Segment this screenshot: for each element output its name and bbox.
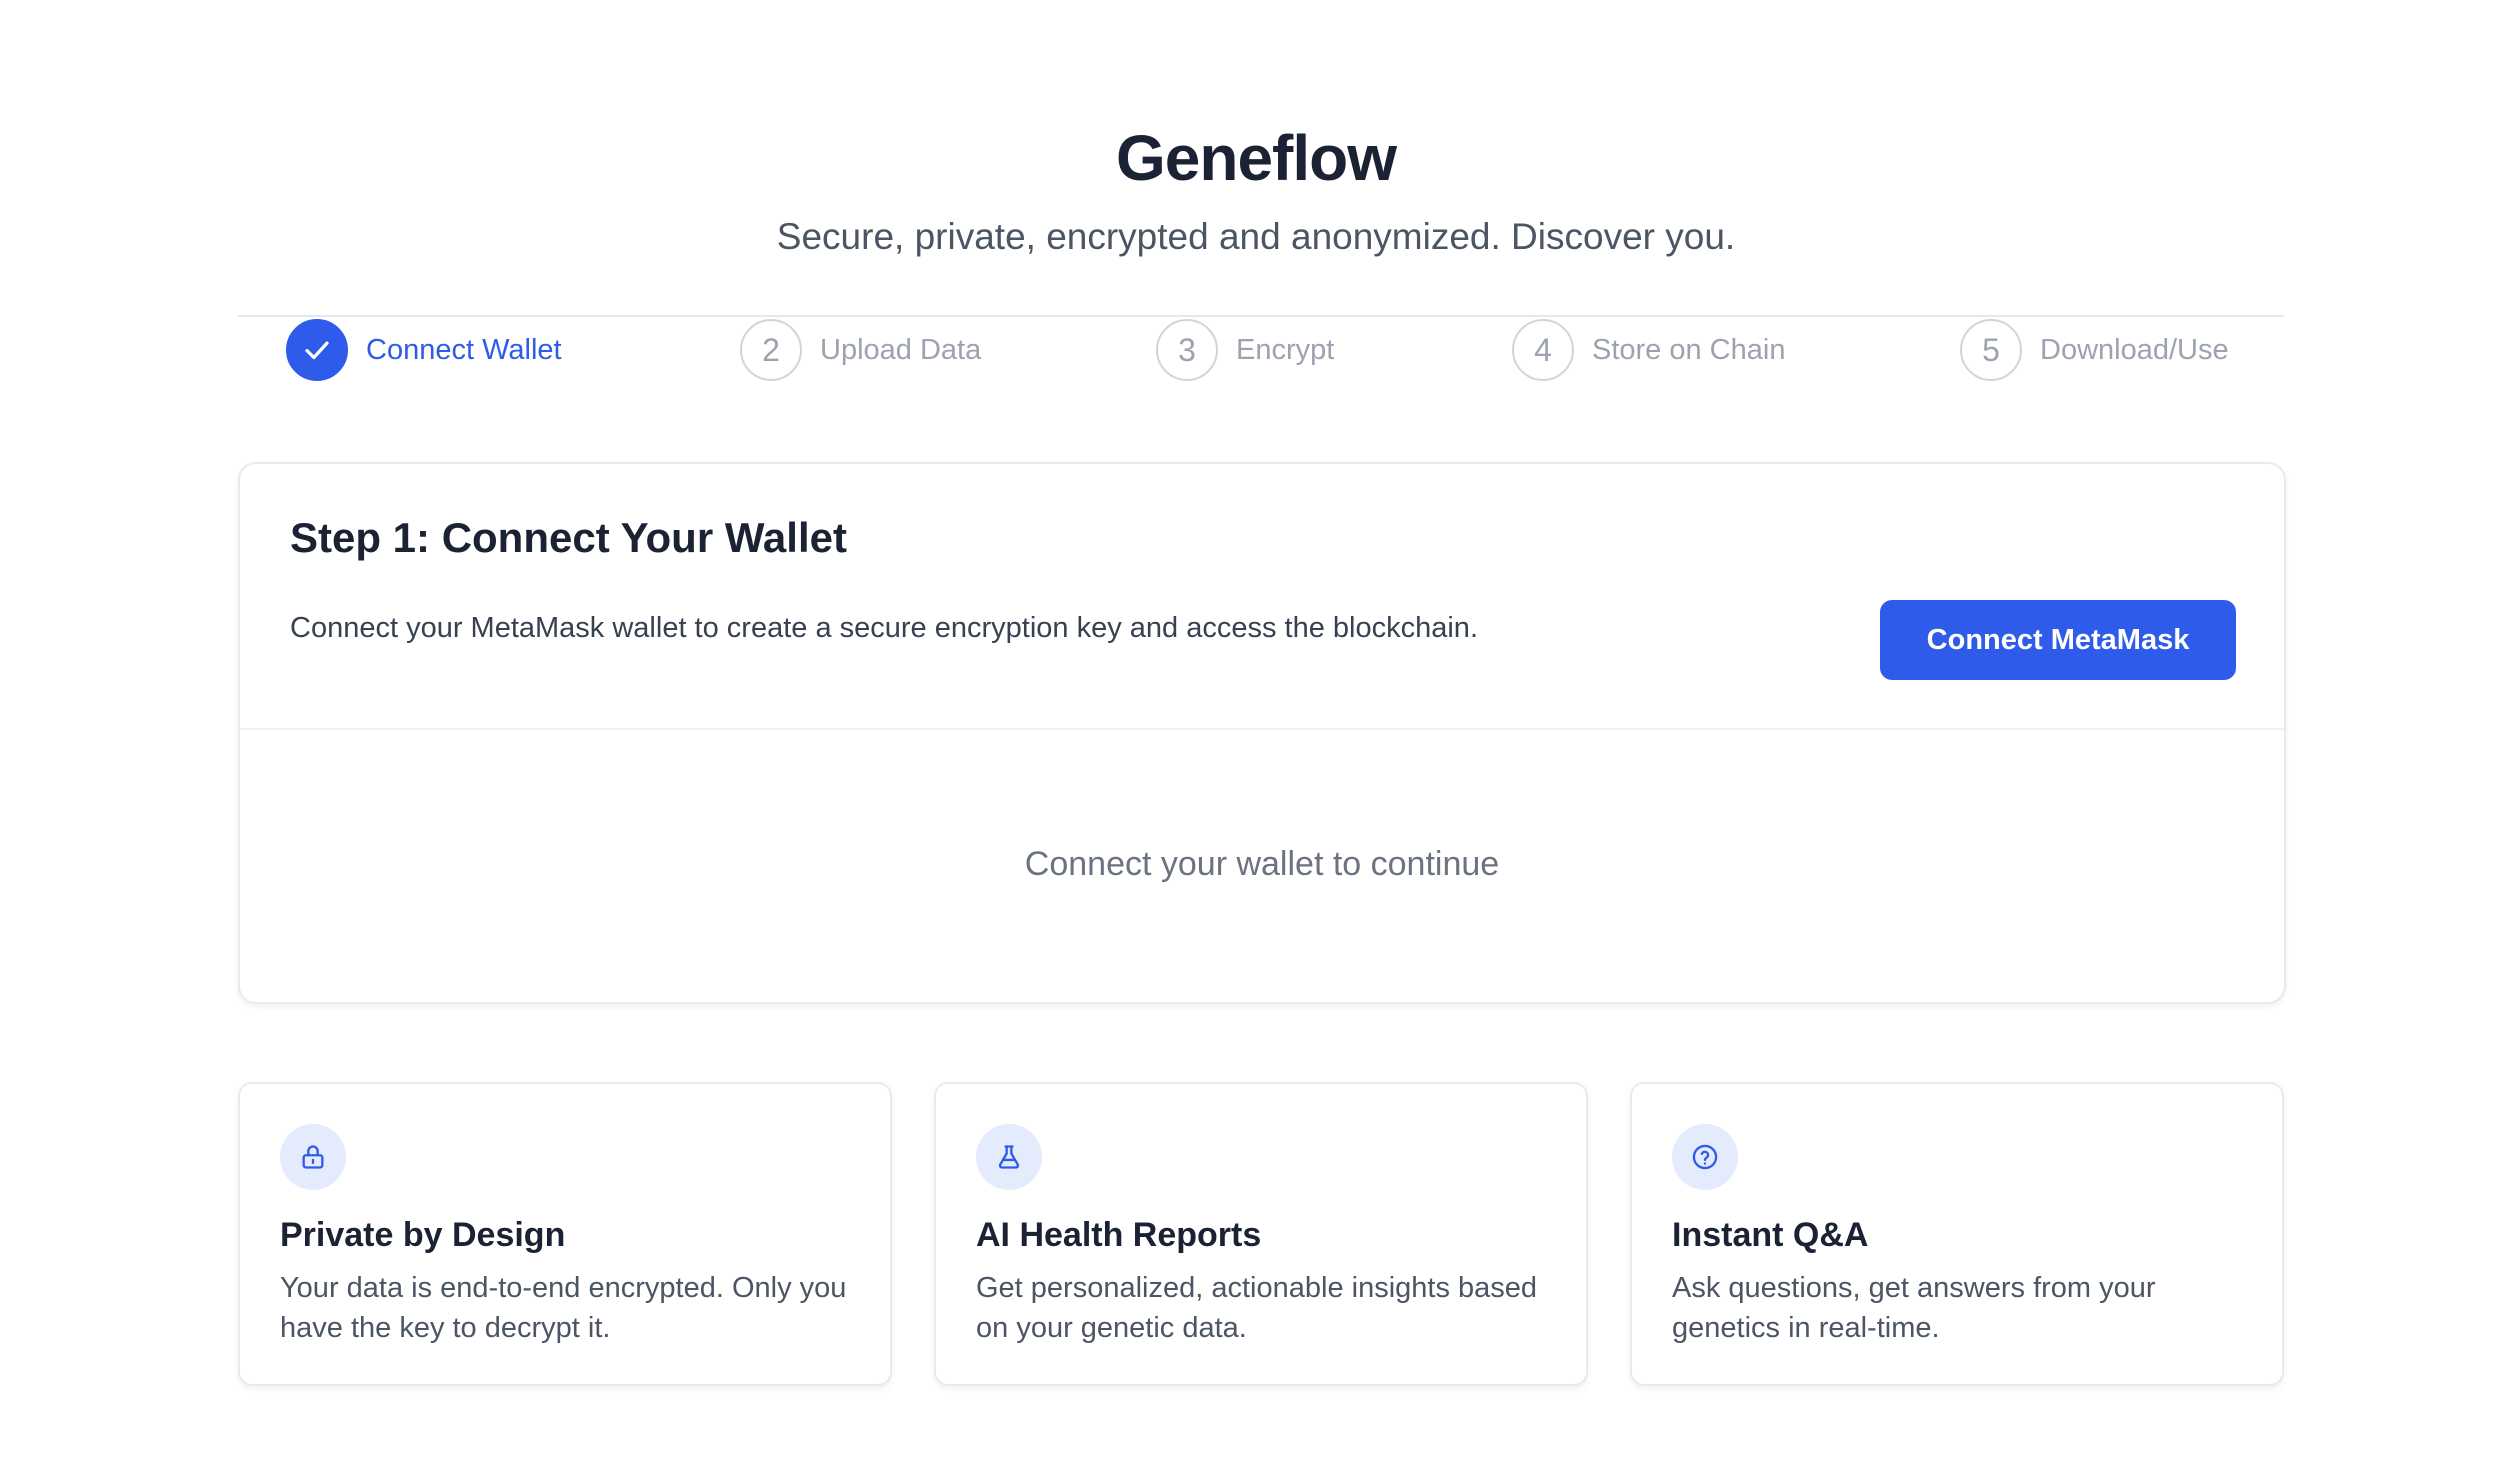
help-circle-icon: [1692, 1144, 1718, 1170]
flask-icon: [998, 1145, 1020, 1169]
app-tagline: Secure, private, encrypted and anonymize…: [776, 216, 1736, 257]
step-label: Store on Chain: [1592, 333, 1786, 366]
card-description: Connect your MetaMask wallet to create a…: [290, 612, 1478, 644]
step-label: Download/Use: [2040, 333, 2229, 366]
step-number: 5: [1960, 319, 2022, 381]
feature-icon-badge: [976, 1124, 1042, 1190]
empty-state-message: Connect your wallet to continue: [1024, 844, 1500, 883]
app-title: Geneflow: [1115, 122, 1397, 194]
lock-icon: [302, 1145, 324, 1169]
step-encrypt[interactable]: 3 Encrypt: [1156, 317, 1334, 383]
page-header: Geneflow Secure, private, encrypted and …: [0, 118, 2512, 260]
step-store-on-chain[interactable]: 4 Store on Chain: [1512, 317, 1785, 383]
geneflow-page: Geneflow Secure, private, encrypted and …: [0, 0, 2512, 1472]
step-label: Connect Wallet: [366, 333, 562, 366]
feature-title: AI Health Reports: [976, 1216, 1262, 1254]
feature-description: Ask questions, get answers from your gen…: [1672, 1272, 2156, 1344]
check-icon: [305, 341, 329, 360]
step-number: 3: [1156, 319, 1218, 381]
card-header-section: Step 1: Connect Your Wallet Connect your…: [240, 464, 2284, 730]
feature-description: Your data is end-to-end encrypted. Only …: [280, 1272, 847, 1344]
feature-icon-badge: [1672, 1124, 1738, 1190]
feature-icon-badge: [280, 1124, 346, 1190]
step-label: Encrypt: [1236, 333, 1335, 366]
step-download-use[interactable]: 5 Download/Use: [1960, 317, 2229, 383]
step-connect-wallet[interactable]: Connect Wallet: [286, 317, 562, 383]
card-heading: Step 1: Connect Your Wallet: [290, 514, 847, 561]
step-label: Upload Data: [820, 333, 982, 366]
connect-wallet-card: Step 1: Connect Your Wallet Connect your…: [238, 462, 2286, 1004]
feature-cards: Private by Design Your data is end-to-en…: [238, 1082, 2284, 1390]
step-complete-indicator: [286, 319, 348, 381]
step-upload-data[interactable]: 2 Upload Data: [740, 317, 981, 383]
step-number: 2: [740, 319, 802, 381]
feature-card-private: Private by Design Your data is end-to-en…: [238, 1082, 892, 1386]
feature-card-ai-reports: AI Health Reports Get personalized, acti…: [934, 1082, 1588, 1386]
feature-title: Private by Design: [280, 1216, 566, 1254]
connect-metamask-button[interactable]: Connect MetaMask: [1880, 600, 2236, 680]
feature-card-qa: Instant Q&A Ask questions, get answers f…: [1630, 1082, 2284, 1386]
step-number: 4: [1512, 319, 1574, 381]
feature-description: Get personalized, actionable insights ba…: [976, 1272, 1538, 1344]
progress-stepper: Connect Wallet 2 Upload Data 3 Encrypt 4…: [238, 315, 2284, 401]
feature-title: Instant Q&A: [1672, 1216, 1869, 1254]
